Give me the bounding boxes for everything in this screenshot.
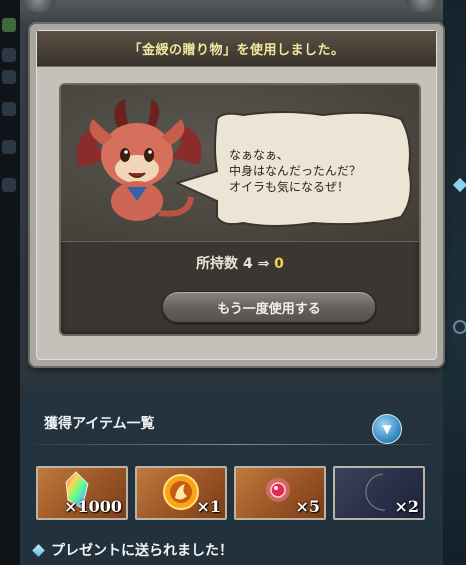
item-quantity: ×2 <box>394 497 419 516</box>
right-side-strip <box>443 0 466 565</box>
divider <box>61 241 419 242</box>
chevron-down-icon: ▼ <box>382 422 392 436</box>
side-icon[interactable] <box>2 140 16 154</box>
gift-notice-text: プレゼントに送られました！ <box>51 543 233 559</box>
popup-header: 「金綬の贈り物」を使用しました。 <box>37 31 436 67</box>
acquired-item[interactable]: ×5 <box>234 466 326 520</box>
item-quantity: ×1 <box>196 497 221 516</box>
side-circle-icon[interactable] <box>453 320 466 334</box>
arrow: ⇒ <box>257 256 270 272</box>
result-box: なぁなぁ、 中身はなんだったんだ？ オイラも気になるぜ！ 所持数 4 ⇒ 0 も… <box>59 83 421 336</box>
count-after: 0 <box>274 256 284 272</box>
divider <box>34 444 434 445</box>
acquired-toggle-button[interactable]: ▼ <box>372 414 402 444</box>
item-used-popup: 「金綬の贈り物」を使用しました。 なぁなぁ、 中身はなんだったんだ？ オイラも気… <box>30 24 443 366</box>
item-count-row: 所持数 4 ⇒ 0 <box>61 253 419 273</box>
side-diamond-icon <box>452 177 466 193</box>
main-panel: 「金綬の贈り物」を使用しました。 なぁなぁ、 中身はなんだったんだ？ オイラも気… <box>20 0 443 565</box>
top-band <box>20 0 443 24</box>
side-icon[interactable] <box>2 48 16 62</box>
side-icon[interactable] <box>2 70 16 84</box>
speech-text: なぁなぁ、 中身はなんだったんだ？ オイラも気になるぜ！ <box>229 148 362 194</box>
gift-notice: プレゼントに送られました！ <box>32 540 233 560</box>
count-before: 4 <box>242 256 253 272</box>
side-icon[interactable] <box>2 178 16 192</box>
popup-body: 「金綬の贈り物」を使用しました。 なぁなぁ、 中身はなんだったんだ？ オイラも気… <box>36 30 437 360</box>
acquired-item[interactable]: ×1 <box>135 466 227 520</box>
side-badge-icon[interactable] <box>2 18 16 32</box>
left-side-strip <box>0 0 20 565</box>
acquired-items-title: 獲得アイテム一覧 <box>44 416 155 432</box>
item-quantity: ×1000 <box>64 497 122 516</box>
use-again-button[interactable]: もう一度使用する <box>162 291 376 323</box>
diamond-icon <box>32 543 45 557</box>
ornament <box>405 0 441 12</box>
side-icon[interactable] <box>2 102 16 116</box>
popup-title: 「金綬の贈り物」を使用しました。 <box>128 43 345 58</box>
character-scene: なぁなぁ、 中身はなんだったんだ？ オイラも気になるぜ！ <box>61 85 419 241</box>
acquired-item[interactable]: ×2 <box>333 466 425 520</box>
acquired-item[interactable]: ×1000 <box>36 466 128 520</box>
item-quantity: ×5 <box>295 497 320 516</box>
count-label: 所持数 <box>196 256 239 272</box>
ornament <box>20 0 56 12</box>
